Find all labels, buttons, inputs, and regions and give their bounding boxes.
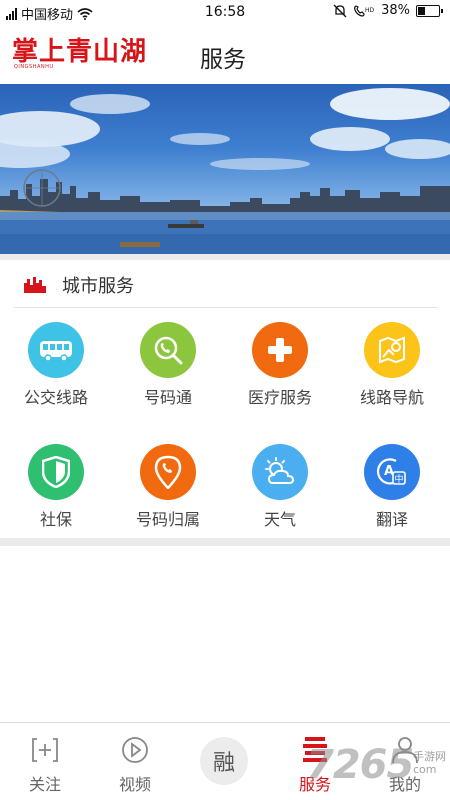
battery-fill	[418, 6, 426, 15]
service-phone-directory[interactable]: 号码通	[112, 318, 224, 418]
service-label: 公交线路	[23, 388, 88, 407]
tab-video[interactable]: 视频	[90, 723, 180, 800]
bus-icon	[28, 322, 84, 378]
service-label: 号码通	[143, 388, 192, 407]
service-translate[interactable]: A中 翻译	[336, 440, 448, 540]
nav-label: 视频	[118, 775, 151, 794]
section-title: 城市服务	[62, 276, 134, 297]
medical-cross-icon	[252, 322, 308, 378]
svg-text:中: 中	[395, 473, 404, 485]
service-label: 医疗服务	[247, 388, 312, 407]
logo-subtext: QINGSHANHU	[14, 64, 54, 70]
svg-text:HD: HD	[365, 7, 375, 14]
bottom-nav: 关注 视频 融 服务 我的	[0, 722, 450, 800]
service-label: 翻译	[375, 510, 408, 529]
section-header: 城市服务	[14, 260, 438, 308]
app-logo[interactable]: 掌上青山湖 QINGSHANHU	[12, 38, 154, 74]
divider-bar	[0, 538, 450, 546]
tab-follow[interactable]: 关注	[0, 723, 90, 800]
service-label: 号码归属	[135, 510, 200, 529]
status-bar: 中国移动 16:58 HD 38%	[0, 0, 450, 24]
nav-label: 我的	[388, 775, 421, 794]
service-label: 线路导航	[359, 388, 424, 407]
tab-profile[interactable]: 我的	[360, 723, 450, 800]
battery-percent: 38%	[381, 3, 410, 18]
profile-icon	[392, 737, 418, 764]
app-header: 掌上青山湖 QINGSHANHU 服务	[0, 24, 450, 84]
phone-location-icon	[140, 444, 196, 500]
status-right: HD 38%	[333, 3, 443, 18]
service-bus-route[interactable]: 公交线路	[0, 318, 112, 418]
phone-search-icon	[140, 322, 196, 378]
service-phone-location[interactable]: 号码归属	[112, 440, 224, 540]
city-banner-image[interactable]	[0, 84, 450, 254]
page-title: 服务	[200, 47, 246, 73]
fusion-icon: 融	[200, 737, 248, 785]
tab-fusion[interactable]: 融	[180, 723, 270, 800]
service-label: 社保	[39, 510, 72, 529]
banner-illustration	[0, 88, 450, 254]
tab-service[interactable]: 服务	[270, 723, 360, 800]
service-medical[interactable]: 医疗服务	[224, 318, 336, 418]
battery-icon	[416, 4, 443, 17]
weather-icon	[252, 444, 308, 500]
mute-bell-icon	[333, 4, 347, 17]
service-label: 天气	[263, 510, 296, 529]
city-skyline-icon	[24, 277, 46, 293]
translate-icon: A中	[364, 444, 420, 500]
hd-call-icon: HD	[354, 4, 375, 17]
map-navigation-icon	[364, 322, 420, 378]
nav-label: 服务	[298, 775, 331, 794]
service-icon	[303, 737, 327, 762]
service-route-navigation[interactable]: 线路导航	[336, 318, 448, 418]
video-play-icon	[122, 737, 148, 763]
service-social-security[interactable]: 社保	[0, 440, 112, 540]
shield-icon	[28, 444, 84, 500]
service-weather[interactable]: 天气	[224, 440, 336, 540]
logo-text: 掌上青山湖	[12, 37, 148, 67]
follow-icon	[32, 738, 58, 762]
nav-label: 关注	[28, 775, 61, 794]
